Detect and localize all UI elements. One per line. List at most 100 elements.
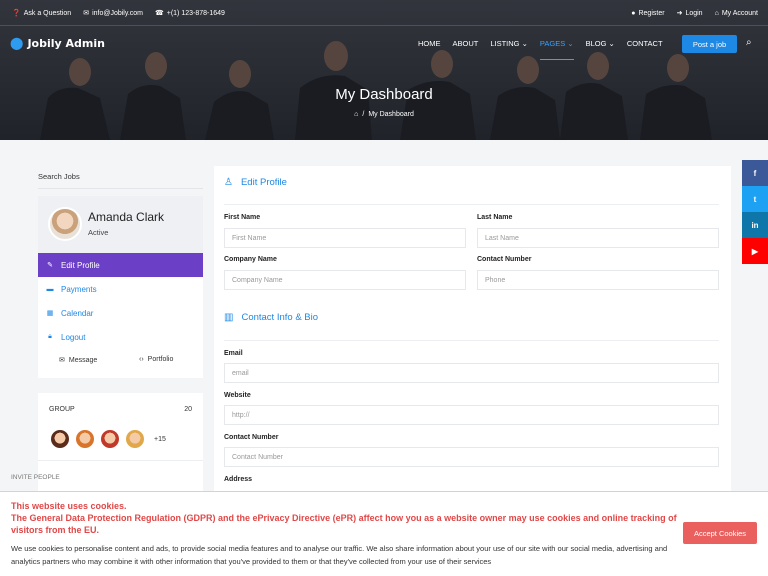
profile-card: Amanda Clark Active ✎ Edit Profile ▬ Pay… bbox=[38, 196, 203, 378]
account-icon: ⌂ bbox=[714, 9, 719, 17]
first-name-field[interactable]: First Name bbox=[224, 228, 466, 248]
sidebar-item-label: Logout bbox=[61, 332, 86, 342]
ask-question-link[interactable]: ❓ Ask a Question bbox=[12, 9, 71, 18]
breadcrumb: ⌂ / My Dashboard bbox=[0, 111, 768, 118]
cookie-banner: This website uses cookies. The General D… bbox=[0, 491, 768, 576]
contact-number-label: Contact Number bbox=[477, 256, 532, 263]
edit-profile-heading: ♙ Edit Profile bbox=[224, 177, 287, 188]
profile-header: Amanda Clark Active bbox=[38, 196, 203, 253]
linkedin-icon[interactable]: in bbox=[742, 212, 768, 238]
site-logo[interactable]: ⬤ Jobily Admin bbox=[10, 36, 105, 50]
login-link[interactable]: ➜ Login bbox=[676, 9, 703, 18]
address-label: Address bbox=[224, 476, 253, 483]
last-name-label: Last Name bbox=[477, 214, 513, 221]
chevron-down-icon: ⌄ bbox=[567, 39, 574, 48]
message-link[interactable]: ✉ Message bbox=[59, 356, 97, 365]
profile-status: Active bbox=[88, 228, 109, 237]
email-link[interactable]: ✉ info@Jobily.com bbox=[83, 9, 143, 18]
building-icon: ▥ bbox=[224, 312, 234, 323]
phone-field[interactable]: Phone bbox=[477, 270, 719, 290]
card-icon: ▬ bbox=[46, 285, 54, 293]
cookie-title: This website uses cookies. bbox=[11, 501, 127, 511]
cookie-body: We use cookies to personalise content an… bbox=[11, 544, 668, 566]
divider bbox=[224, 340, 719, 341]
nav-about[interactable]: ABOUT bbox=[453, 39, 479, 48]
website-label: Website bbox=[224, 392, 251, 399]
contact-number-field[interactable]: Contact Number bbox=[224, 447, 719, 467]
portfolio-label: Portfolio bbox=[147, 356, 174, 363]
nav-menu: HOME ABOUT LISTING ⌄ PAGES ⌄ BLOG ⌄ CONT… bbox=[418, 39, 675, 60]
login-icon: ➜ bbox=[676, 10, 683, 17]
avatar[interactable] bbox=[126, 430, 144, 448]
contact-info-heading: ▥ Contact Info & Bio bbox=[224, 312, 318, 323]
sidebar-item-payments[interactable]: ▬ Payments bbox=[38, 277, 203, 301]
sidebar-item-label: Payments bbox=[61, 284, 97, 294]
website-field[interactable]: http:// bbox=[224, 405, 719, 425]
sidebar-item-logout[interactable]: 🔒︎ Logout bbox=[38, 325, 203, 349]
nav-blog-label: BLOG bbox=[585, 39, 607, 48]
nav-pages[interactable]: PAGES ⌄ bbox=[539, 39, 574, 60]
avatar[interactable] bbox=[101, 430, 119, 448]
brand-name: Jobily Admin bbox=[27, 36, 105, 50]
group-avatars: +15 bbox=[51, 430, 166, 448]
divider bbox=[224, 204, 719, 205]
breadcrumb-current: My Dashboard bbox=[368, 111, 414, 118]
group-title: GROUP bbox=[49, 406, 75, 413]
register-link[interactable]: ● Register bbox=[631, 9, 664, 17]
search-icon[interactable]: ⌕ bbox=[746, 37, 752, 48]
cookie-subtitle: The General Data Protection Regulation (… bbox=[11, 513, 677, 535]
sidebar-item-edit-profile[interactable]: ✎ Edit Profile bbox=[38, 253, 203, 277]
breadcrumb-separator: / bbox=[362, 111, 365, 118]
main-navbar: ⬤ Jobily Admin HOME ABOUT LISTING ⌄ PAGE… bbox=[0, 28, 768, 60]
sidebar-item-label: Calendar bbox=[61, 308, 94, 318]
my-account-label: My Account bbox=[721, 9, 758, 17]
first-name-label: First Name bbox=[224, 214, 261, 221]
phone-label: +(1) 123-878-1649 bbox=[166, 9, 225, 17]
code-icon: ‹› bbox=[139, 356, 144, 363]
phone-icon: ☎ bbox=[155, 10, 164, 17]
nav-listing[interactable]: LISTING ⌄ bbox=[490, 39, 528, 48]
pencil-icon: ✎ bbox=[47, 262, 53, 269]
invite-people-label[interactable]: INVITE PEOPLE bbox=[11, 474, 60, 481]
group-count: 20 bbox=[184, 406, 192, 413]
search-jobs-link[interactable]: Search Jobs bbox=[38, 172, 80, 181]
nav-home[interactable]: HOME bbox=[418, 39, 441, 48]
group-more-count[interactable]: +15 bbox=[154, 436, 166, 443]
sidebar-item-calendar[interactable]: ▦ Calendar bbox=[38, 301, 203, 325]
page-title: My Dashboard bbox=[335, 86, 433, 103]
avatar[interactable] bbox=[51, 430, 69, 448]
edit-profile-title: Edit Profile bbox=[240, 177, 287, 188]
company-name-label: Company Name bbox=[224, 256, 277, 263]
login-label: Login bbox=[685, 9, 703, 17]
sidebar-item-label: Edit Profile bbox=[61, 260, 100, 270]
nav-contact[interactable]: CONTACT bbox=[627, 39, 663, 48]
my-account-link[interactable]: ⌂ My Account bbox=[715, 9, 758, 17]
company-name-field[interactable]: Company Name bbox=[224, 270, 466, 290]
avatar[interactable] bbox=[76, 430, 94, 448]
register-label: Register bbox=[638, 9, 665, 17]
nav-contact-label: CONTACT bbox=[626, 39, 663, 48]
accept-cookies-button[interactable]: Accept Cookies bbox=[683, 522, 757, 544]
divider bbox=[38, 460, 203, 461]
question-circle-icon: ❓ bbox=[12, 10, 21, 17]
avatar bbox=[48, 207, 82, 241]
location-pin-icon: ⬤ bbox=[10, 36, 24, 50]
envelope-icon: ✉ bbox=[83, 10, 90, 17]
envelope-icon: ✉ bbox=[59, 357, 65, 364]
user-icon: ● bbox=[631, 9, 636, 17]
email-label: Email bbox=[224, 350, 243, 357]
home-icon[interactable]: ⌂ bbox=[354, 111, 358, 118]
youtube-icon[interactable]: ▶ bbox=[742, 238, 768, 264]
portfolio-link[interactable]: ‹› Portfolio bbox=[139, 356, 173, 363]
email-field[interactable]: email bbox=[224, 363, 719, 383]
user-icon: ♙ bbox=[224, 177, 233, 188]
social-share-bar: f t in ▶ bbox=[742, 160, 768, 264]
nav-about-label: ABOUT bbox=[452, 39, 479, 48]
divider bbox=[38, 188, 203, 189]
last-name-field[interactable]: Last Name bbox=[477, 228, 719, 248]
post-job-button[interactable]: Post a job bbox=[682, 35, 737, 53]
phone-link[interactable]: ☎ +(1) 123-878-1649 bbox=[155, 9, 225, 18]
facebook-icon[interactable]: f bbox=[742, 160, 768, 186]
twitter-icon[interactable]: t bbox=[742, 186, 768, 212]
nav-blog[interactable]: BLOG ⌄ bbox=[586, 39, 615, 48]
